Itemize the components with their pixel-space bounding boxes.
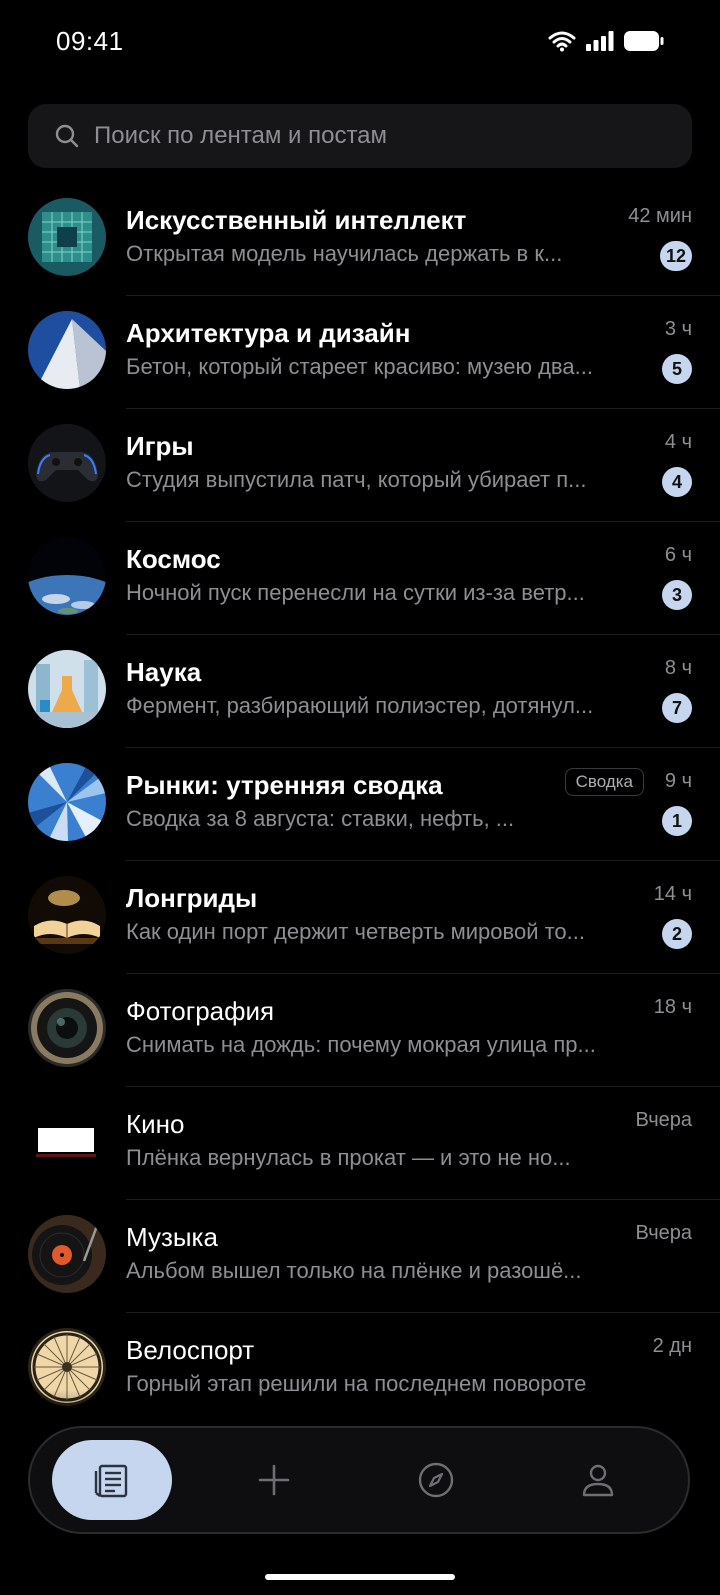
status-bar: 09:41	[0, 0, 720, 90]
feeds-tab[interactable]	[52, 1440, 172, 1520]
feed-row-photography[interactable]: Фотография Снимать на дождь: почему мокр…	[0, 974, 720, 1087]
feed-title: Космос	[126, 544, 221, 574]
cinema-screen-image	[28, 1102, 106, 1180]
feed-title: Рынки: утренняя сводка	[126, 770, 443, 800]
feed-row-architecture[interactable]: Архитектура и дизайн Бетон, который стар…	[0, 296, 720, 409]
person-icon	[582, 1464, 614, 1497]
feed-preview: Студия выпустила патч, который убирает п…	[126, 467, 587, 492]
gamepad-image	[28, 424, 106, 502]
earth-image	[28, 537, 106, 615]
feed-title: Фотография	[126, 996, 275, 1026]
feed-row-markets[interactable]: Рынки: утренняя сводка Сводка Сводка за …	[0, 748, 720, 861]
feed-time: 42 мин	[628, 205, 692, 227]
feed-title: Велоспорт	[126, 1335, 255, 1365]
feed-time: 4 ч	[664, 431, 692, 453]
unread-badge: 7	[662, 693, 692, 723]
feed-time: 14 ч	[653, 883, 692, 905]
explore-tab[interactable]	[376, 1440, 496, 1520]
profile-tab[interactable]	[538, 1440, 658, 1520]
unread-badge: 2	[662, 919, 692, 949]
bottom-tab-bar	[28, 1426, 690, 1534]
feed-preview: Плёнка вернулась в прокат — и это не но.…	[126, 1145, 571, 1170]
building-image	[28, 311, 106, 389]
feed-preview: Фермент, разбирающий полиэстер, дотянул.…	[126, 693, 594, 718]
cellular-signal-icon	[586, 31, 614, 51]
feed-time: 9 ч	[664, 770, 692, 792]
feed-row-space[interactable]: Космос Ночной пуск перенесли на сутки из…	[0, 522, 720, 635]
feed-preview: Сводка за 8 августа: ставки, нефть, ...	[126, 806, 515, 831]
search-placeholder: Поиск по лентам и постам	[94, 122, 388, 149]
feed-title: Наука	[126, 657, 202, 687]
digest-tag: Сводка	[564, 768, 644, 796]
feed-row-science[interactable]: Наука Фермент, разбирающий полиэстер, до…	[0, 635, 720, 748]
feed-time: 2 дн	[652, 1335, 692, 1357]
compass-icon	[418, 1462, 454, 1498]
feed-list: Искусственный интеллект Открытая модель …	[0, 183, 720, 1426]
battery-icon	[624, 31, 664, 51]
feed-title: Искусственный интеллект	[126, 205, 467, 235]
book-image	[28, 876, 106, 954]
feed-title: Музыка	[126, 1222, 218, 1252]
search-icon	[55, 124, 79, 148]
unread-badge: 1	[662, 806, 692, 836]
feed-preview: Альбом вышел только на плёнке и разошё..…	[126, 1258, 582, 1283]
skyscraper-image	[28, 763, 106, 841]
search-input[interactable]: Поиск по лентам и постам	[28, 104, 692, 168]
feed-time: 6 ч	[664, 544, 692, 566]
home-indicator	[265, 1574, 455, 1580]
feed-time: Вчера	[635, 1109, 692, 1131]
feed-preview: Ночной пуск перенесли на сутки из-за вет…	[126, 580, 585, 605]
feed-preview: Снимать на дождь: почему мокрая улица пр…	[126, 1032, 596, 1057]
feed-row-cinema[interactable]: Кино Плёнка вернулась в прокат — и это н…	[0, 1087, 720, 1200]
feed-title: Кино	[126, 1109, 185, 1139]
add-tab[interactable]	[214, 1440, 334, 1520]
unread-badge: 12	[659, 241, 692, 271]
feed-row-games[interactable]: Игры Студия выпустила патч, который убир…	[0, 409, 720, 522]
lab-image	[28, 650, 106, 728]
feed-list-icon	[94, 1464, 128, 1498]
feed-title: Архитектура и дизайн	[126, 318, 411, 348]
chip-image	[28, 198, 106, 276]
vinyl-image	[28, 1215, 106, 1293]
feed-title: Лонгриды	[126, 883, 258, 913]
unread-badge: 5	[662, 354, 692, 384]
feed-row-ai[interactable]: Искусственный интеллект Открытая модель …	[0, 183, 720, 296]
feed-time: 8 ч	[664, 657, 692, 679]
unread-badge: 4	[662, 467, 692, 497]
feed-preview: Как один порт держит четверть мировой то…	[126, 919, 586, 944]
feed-time: 18 ч	[653, 996, 692, 1018]
wifi-icon	[548, 31, 576, 52]
camera-lens-image	[28, 989, 106, 1067]
feed-title: Игры	[126, 431, 194, 461]
status-icons	[548, 30, 664, 52]
status-time: 09:41	[56, 26, 124, 56]
unread-badge: 3	[662, 580, 692, 610]
feed-time: 3 ч	[664, 318, 692, 340]
feed-time: Вчера	[635, 1222, 692, 1244]
feed-preview: Бетон, который стареет красиво: музею дв…	[126, 354, 593, 379]
feed-preview: Открытая модель научилась держать в к...	[126, 241, 563, 266]
feed-row-longreads[interactable]: Лонгриды Как один порт держит четверть м…	[0, 861, 720, 974]
feed-row-music[interactable]: Музыка Альбом вышел только на плёнке и р…	[0, 1200, 720, 1313]
plus-icon	[258, 1464, 290, 1496]
